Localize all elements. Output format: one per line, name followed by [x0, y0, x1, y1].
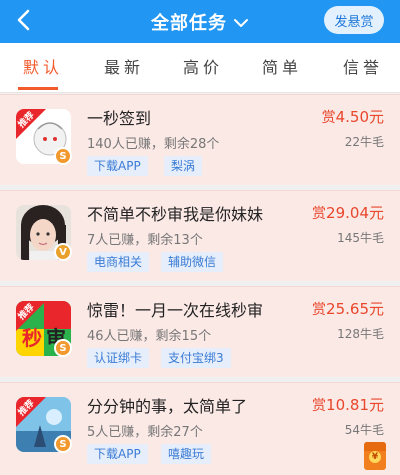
- s-level-badge: S: [54, 435, 72, 453]
- task-tag: 嘻趣玩: [161, 444, 212, 464]
- tab-newest[interactable]: 最新: [94, 43, 154, 93]
- task-card[interactable]: 推荐 S 一秒签到 140人已赚，剩余28个 下载APP 梨涡 赏4.50元 2…: [0, 94, 400, 185]
- tab-simple[interactable]: 简单: [252, 43, 312, 93]
- task-progress: 46人已赚，剩余15个: [87, 329, 212, 344]
- s-level-badge: S: [54, 147, 72, 165]
- post-bounty-button[interactable]: 发悬赏: [324, 6, 384, 34]
- red-packet-icon[interactable]: ¥: [364, 442, 386, 470]
- task-tag: 下载APP: [87, 444, 148, 464]
- svg-text:秒: 秒: [22, 326, 42, 350]
- task-reward: 赏4.50元: [321, 108, 384, 126]
- task-tag: 认证绑卡: [87, 348, 150, 368]
- task-progress: 5人已赚，剩余27个: [87, 425, 203, 440]
- task-title: 惊雷！一月一次在线秒审: [87, 301, 264, 320]
- task-wool: 145牛毛: [337, 231, 384, 245]
- task-title: 不简单不秒审我是你妹妹: [87, 205, 264, 224]
- chevron-down-icon: [234, 18, 248, 27]
- task-wool: 54牛毛: [344, 423, 384, 437]
- task-reward: 赏25.65元: [312, 300, 384, 318]
- task-wool: 22牛毛: [344, 135, 384, 149]
- active-tab-indicator: [18, 87, 58, 90]
- tab-reputation[interactable]: 信誉: [333, 43, 393, 93]
- task-tag: 支付宝绑3: [161, 348, 231, 368]
- red-packet-flap: [364, 442, 386, 451]
- task-title: 一秒签到: [87, 109, 152, 128]
- task-tag: 下载APP: [87, 156, 148, 176]
- task-reward: 赏29.04元: [312, 204, 384, 222]
- task-reward: 赏10.81元: [312, 396, 384, 414]
- top-bar: 全部任务 发悬赏: [0, 0, 400, 43]
- tab-default[interactable]: 默认: [13, 43, 73, 93]
- yuan-symbol: ¥: [369, 451, 381, 463]
- task-wool: 128牛毛: [337, 327, 384, 341]
- task-progress: 7人已赚，剩余13个: [87, 233, 203, 248]
- task-card[interactable]: V 不简单不秒审我是你妹妹 7人已赚，剩余13个 电商相关 辅助微信 赏29.0…: [0, 190, 400, 281]
- task-progress: 140人已赚，剩余28个: [87, 137, 220, 152]
- filter-tabs: 默认 最新 高价 简单 信誉: [0, 43, 400, 93]
- task-tag: 辅助微信: [161, 252, 224, 272]
- v-level-badge: V: [54, 243, 72, 261]
- task-title: 分分钟的事，太简单了: [87, 397, 248, 416]
- tab-high-price[interactable]: 高价: [173, 43, 233, 93]
- task-card[interactable]: 秒 审 推荐 S 惊雷！一月一次在线秒审 46人已赚，剩余15个 认证绑卡 支付…: [0, 286, 400, 377]
- s-level-badge: S: [54, 339, 72, 357]
- task-tag: 电商相关: [87, 252, 150, 272]
- page-title: 全部任务: [151, 12, 227, 34]
- task-tag: 梨涡: [164, 156, 203, 176]
- task-card[interactable]: 推荐 S 分分钟的事，太简单了 5人已赚，剩余27个 下载APP 嘻趣玩 赏10…: [0, 382, 400, 475]
